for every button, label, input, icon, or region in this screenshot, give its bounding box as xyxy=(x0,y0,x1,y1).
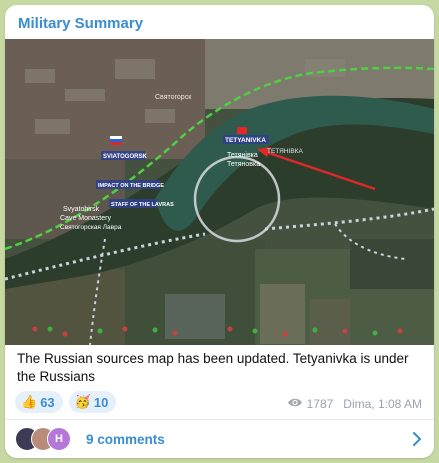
post-caption: The Russian sources map has been updated… xyxy=(17,351,409,384)
comments-label: 9 comments xyxy=(86,431,165,447)
post-author-time: Dima, 1:08 AM xyxy=(343,397,422,411)
staff-label: STAFF OF THE LAVRAS xyxy=(111,202,174,208)
tetyanivka-ru-label: Тетяновка xyxy=(227,161,260,168)
cave-monastery-label: Cave Monastery xyxy=(60,215,111,222)
tetyanivka-caps-label: ТЕТЯНІВКА xyxy=(267,148,303,155)
thumbs-up-icon: 👍 xyxy=(21,394,38,409)
reaction-thumbs-up[interactable]: 👍 63 xyxy=(15,391,63,413)
post-map-image[interactable]: TETYANIVKA Тетянівка Тетяновка ТЕТЯНІВКА… xyxy=(5,39,434,345)
avatar: H xyxy=(47,427,71,451)
sviatohirsk-label: SVIATOGORSK xyxy=(103,154,147,160)
reaction-party[interactable]: 🥳 10 xyxy=(68,391,117,413)
view-count: 1787 xyxy=(306,397,334,411)
tetyanivka-flag-label: TETYANIVKA xyxy=(225,137,266,144)
channel-post: Military Summary TETYANIVKA Тетянівка Те… xyxy=(5,5,434,458)
svyatohirsk-lavra-label: Svyatohirsk xyxy=(63,206,100,213)
comments-button[interactable]: H 9 comments xyxy=(5,420,434,458)
post-meta: 1787 Dima, 1:08 AM xyxy=(287,397,422,411)
tetyanivka-ua-label: Тетянівка xyxy=(227,151,258,159)
eye-icon xyxy=(287,397,303,411)
russian-flag-icon xyxy=(237,127,247,134)
lavra-label: Святогорская Лавра xyxy=(60,224,122,231)
chevron-right-icon xyxy=(412,432,422,451)
commenter-avatars: H xyxy=(15,427,79,451)
reaction-count: 10 xyxy=(93,394,109,410)
reactions-bar: 👍 63 🥳 10 xyxy=(15,391,117,413)
channel-name[interactable]: Military Summary xyxy=(18,15,143,32)
svyatohirsk-label: Святогорск xyxy=(155,94,192,101)
reaction-count: 63 xyxy=(40,394,55,410)
party-icon: 🥳 xyxy=(74,394,91,409)
impact-label: IMPACT ON THE BRIDGE xyxy=(98,183,164,189)
